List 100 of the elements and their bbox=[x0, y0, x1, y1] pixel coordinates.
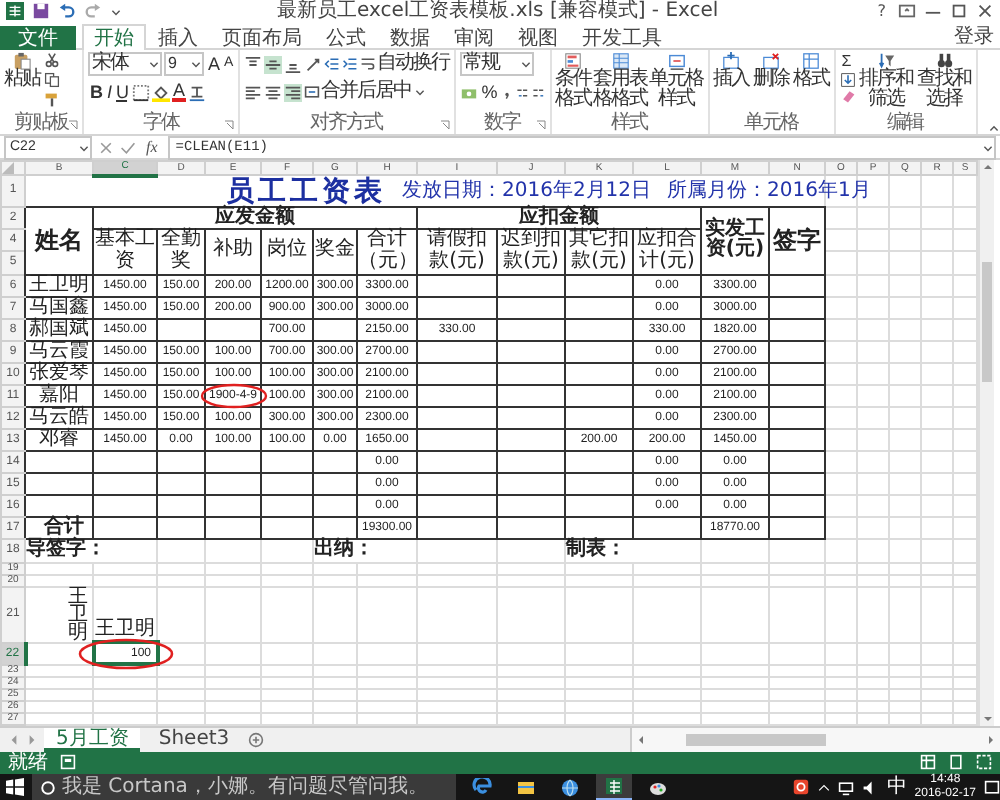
ribbon-tab[interactable]: 公式 bbox=[314, 26, 378, 50]
insert-button[interactable]: 插入 bbox=[713, 52, 750, 90]
input-language[interactable]: 中 bbox=[886, 775, 907, 799]
notification-icon[interactable] bbox=[984, 779, 1000, 795]
caret-icon[interactable] bbox=[110, 5, 122, 17]
table-cell: 邓睿 bbox=[25, 428, 93, 450]
page-break-icon[interactable] bbox=[976, 754, 992, 770]
page-layout-icon[interactable] bbox=[948, 754, 964, 770]
font-size-field[interactable]: 9 bbox=[164, 52, 204, 76]
cell-styles-button[interactable]: 单元格样式 bbox=[649, 52, 704, 110]
bold-button[interactable]: B bbox=[88, 82, 103, 102]
table-cell: 请假扣款(元) bbox=[417, 228, 497, 274]
format-table-button[interactable]: 套用表格格式 bbox=[593, 52, 648, 110]
sign-in-link[interactable]: 登录 bbox=[954, 26, 1000, 48]
file-tab[interactable]: 文件 bbox=[0, 26, 76, 50]
conditional-format-button[interactable]: 条件格式 bbox=[555, 52, 592, 110]
close-icon[interactable] bbox=[976, 2, 994, 20]
tray-expand-icon[interactable] bbox=[818, 781, 831, 793]
table-cell: 郝国斌 bbox=[25, 318, 93, 340]
find-select-button[interactable]: 查找和选择 bbox=[917, 52, 972, 110]
network-icon[interactable] bbox=[838, 779, 855, 795]
enter-icon[interactable] bbox=[120, 139, 136, 155]
issue-date: 发放日期：2016年2月12日 bbox=[402, 181, 652, 201]
ribbon-tab[interactable]: 开发工具 bbox=[570, 26, 674, 50]
dialog-launcher-icon[interactable] bbox=[535, 119, 546, 129]
format-button[interactable]: 格式 bbox=[793, 52, 830, 90]
number-format-field[interactable]: 常规 bbox=[459, 52, 534, 76]
percent-button[interactable]: % bbox=[479, 82, 498, 102]
vertical-scrollbar[interactable] bbox=[978, 160, 994, 725]
ribbon-tab[interactable]: 视图 bbox=[506, 26, 570, 50]
help-button[interactable]: ? bbox=[873, 2, 890, 20]
dialog-launcher-icon[interactable] bbox=[439, 119, 450, 129]
scroll-right-icon[interactable] bbox=[986, 733, 996, 745]
insert-function-button[interactable]: fx bbox=[142, 137, 162, 157]
copy-icon[interactable] bbox=[44, 72, 60, 88]
ribbon-tab[interactable]: 数据 bbox=[378, 26, 442, 50]
align-right-icon[interactable] bbox=[283, 83, 302, 101]
autosum-button[interactable]: Σ bbox=[839, 52, 856, 72]
collapse-ribbon-icon[interactable] bbox=[988, 122, 1000, 134]
add-sheet-icon[interactable] bbox=[247, 731, 264, 747]
font-name-field[interactable]: 宋体 bbox=[88, 52, 162, 76]
windows-logo-icon[interactable] bbox=[6, 778, 24, 796]
maximize-icon[interactable] bbox=[950, 2, 968, 20]
scroll-left-icon[interactable] bbox=[636, 733, 646, 745]
table-cell: 合计（元） bbox=[357, 228, 417, 274]
table-cell: 其它扣款(元) bbox=[565, 228, 633, 274]
indent-decrease-icon[interactable] bbox=[323, 56, 340, 72]
status-text: 就绪 bbox=[8, 751, 48, 773]
group-label: 编辑 bbox=[887, 114, 924, 134]
wrap-icon bbox=[359, 56, 376, 72]
paste-button[interactable]: 粘贴 bbox=[4, 52, 40, 90]
delete-button[interactable]: 删除 bbox=[753, 52, 790, 90]
italic-button[interactable]: I bbox=[105, 82, 113, 102]
ribbon-tab[interactable]: 审阅 bbox=[442, 26, 506, 50]
middle-align-icon[interactable] bbox=[263, 55, 282, 73]
sheet-tab[interactable]: 5月工资 bbox=[44, 727, 141, 751]
wrap-text-button[interactable]: 自动换行 bbox=[359, 54, 450, 74]
search-field[interactable]: 我是 Cortana，小娜。有问题尽管问我。 bbox=[32, 773, 456, 800]
underline-button[interactable]: U bbox=[114, 82, 130, 102]
borders-icon[interactable] bbox=[131, 83, 150, 101]
expand-icon[interactable] bbox=[982, 141, 994, 153]
save-icon[interactable] bbox=[32, 2, 50, 20]
horizontal-scrollbar[interactable] bbox=[630, 727, 1000, 751]
align-center-icon[interactable] bbox=[263, 83, 282, 101]
grow-font-button[interactable]: A bbox=[206, 54, 221, 74]
ribbon-options-icon[interactable] bbox=[898, 2, 916, 20]
font-color-button[interactable]: A bbox=[171, 82, 186, 102]
phonetic-icon[interactable] bbox=[187, 83, 206, 101]
spreadsheet-icon[interactable] bbox=[6, 2, 24, 20]
dialog-launcher-icon[interactable] bbox=[223, 119, 234, 129]
table-cell: 王卫明 bbox=[93, 586, 157, 642]
input-method-icon[interactable] bbox=[792, 778, 811, 796]
scrollbar-thumb[interactable] bbox=[686, 733, 826, 745]
sheet-tab[interactable]: Sheet3 bbox=[146, 727, 242, 751]
normal-view-icon[interactable] bbox=[920, 754, 936, 770]
group-label: 剪贴板 bbox=[14, 114, 68, 134]
ribbon-tab[interactable]: 插入 bbox=[146, 26, 210, 50]
fill-down-icon[interactable] bbox=[839, 72, 856, 88]
table-cell: 应扣金额 bbox=[417, 206, 701, 228]
scrollbar-thumb[interactable] bbox=[982, 262, 992, 383]
clear-icon[interactable] bbox=[839, 88, 856, 104]
cut-icon[interactable] bbox=[44, 52, 60, 68]
ribbon-tab[interactable]: 页面布局 bbox=[210, 26, 314, 50]
sort-filter-button[interactable]: 排序和筛选 bbox=[859, 52, 914, 110]
macro-record-icon[interactable] bbox=[60, 754, 76, 770]
table-cell: 应发金额 bbox=[93, 206, 417, 228]
indent-increase-icon[interactable] bbox=[341, 56, 358, 72]
dialog-launcher-icon[interactable] bbox=[68, 119, 78, 129]
align-left-icon[interactable] bbox=[243, 83, 262, 101]
format-painter-icon[interactable] bbox=[44, 92, 60, 108]
undo-icon[interactable] bbox=[58, 2, 76, 20]
scroll-up-icon[interactable] bbox=[981, 162, 993, 172]
fill-color-icon[interactable] bbox=[151, 83, 170, 101]
text-orientation-icon[interactable] bbox=[303, 55, 322, 73]
taskbar-app[interactable] bbox=[596, 773, 632, 800]
merge-center-button[interactable]: 合并后居中 bbox=[303, 82, 426, 102]
caret-icon bbox=[148, 58, 160, 70]
cancel-icon[interactable] bbox=[98, 139, 114, 155]
table-cell: 王卫明 bbox=[68, 587, 88, 641]
ribbon-tab[interactable]: 开始 bbox=[82, 24, 146, 50]
